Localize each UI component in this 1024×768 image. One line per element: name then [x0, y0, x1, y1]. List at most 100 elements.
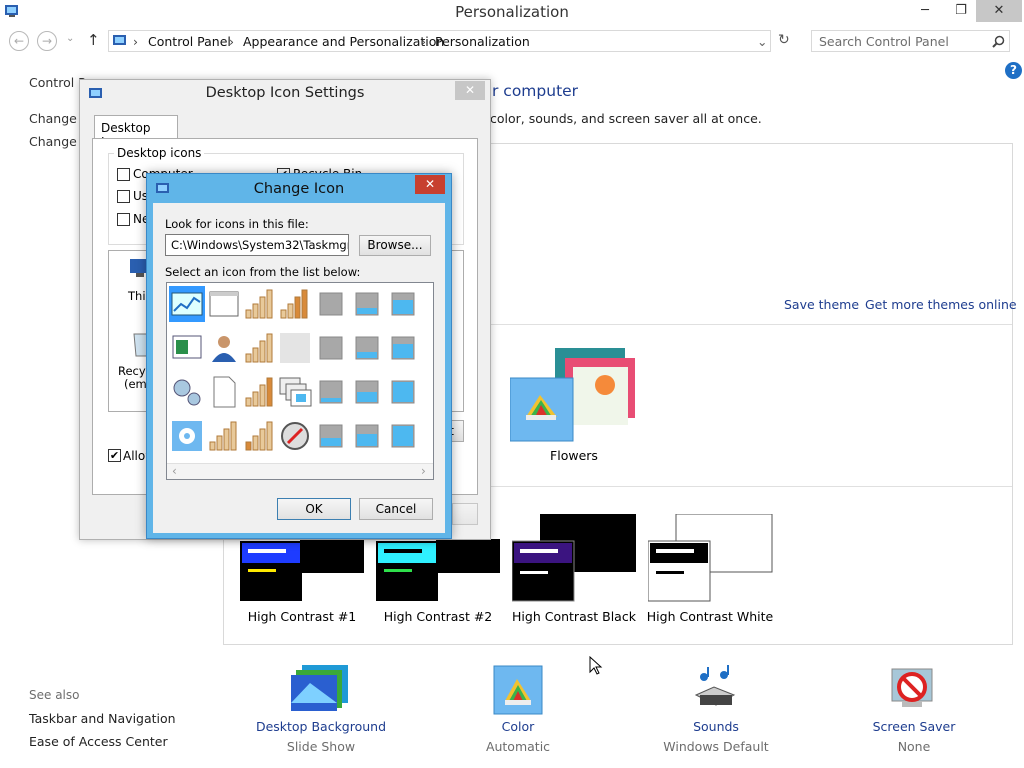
- change-icon-dialog: Change Icon ✕ Look for icons in this fil…: [146, 173, 452, 539]
- icon-option-meter[interactable]: [349, 418, 385, 454]
- sounds-value: Windows Default: [663, 739, 769, 754]
- cancel-button[interactable]: Cancel: [359, 498, 433, 520]
- up-button[interactable]: ↑: [87, 31, 100, 49]
- forward-button[interactable]: →: [37, 31, 57, 51]
- icon-file-path-input[interactable]: C:\Windows\System32\Taskmgr.exe: [165, 234, 349, 256]
- see-also-ease-of-access-link[interactable]: Ease of Access Center: [29, 734, 168, 749]
- icon-option-taskmgr[interactable]: [169, 286, 205, 322]
- icon-option-gray-square[interactable]: [313, 330, 349, 366]
- refresh-button[interactable]: ↻: [778, 32, 790, 48]
- hc-black-theme-label: High Contrast Black: [512, 609, 636, 624]
- icon-option-user[interactable]: [206, 330, 242, 366]
- hc-white-theme-thumbnail[interactable]: [647, 513, 773, 602]
- icon-option-document[interactable]: [206, 374, 242, 410]
- icon-option-signal-bars[interactable]: [242, 418, 278, 454]
- search-input[interactable]: Search Control Panel: [811, 30, 1010, 52]
- icon-option-meter[interactable]: [349, 330, 385, 366]
- breadcrumb-separator: ›: [133, 34, 138, 49]
- network-checkbox[interactable]: [117, 213, 130, 226]
- breadcrumb-personalization[interactable]: Personalization: [435, 34, 530, 49]
- apply-button[interactable]: [452, 503, 478, 525]
- recent-pages-dropdown[interactable]: ⌄: [66, 33, 74, 44]
- back-button[interactable]: ←: [9, 31, 29, 51]
- dialog-caption: Desktop Icon Settings ✕: [80, 80, 490, 108]
- icon-option-meter[interactable]: [385, 418, 421, 454]
- search-icon[interactable]: [992, 35, 1005, 48]
- hc-black-theme-thumbnail[interactable]: [511, 514, 637, 602]
- icon-option-gears[interactable]: [169, 374, 205, 410]
- sidebar-item-control-panel-home[interactable]: Control P: [29, 75, 86, 90]
- desktop-background-value: Slide Show: [286, 739, 356, 754]
- ok-button[interactable]: OK: [277, 498, 351, 520]
- window-title: Personalization: [455, 3, 569, 21]
- breadcrumb-separator: ›: [229, 34, 234, 49]
- browse-button[interactable]: Browse...: [359, 235, 431, 256]
- breadcrumb-appearance[interactable]: Appearance and Personalization: [243, 34, 444, 49]
- icon-option-meter[interactable]: [385, 286, 421, 322]
- icon-option-meter[interactable]: [313, 418, 349, 454]
- icon-list[interactable]: ‹ ›: [166, 282, 434, 480]
- restore-button[interactable]: ❐: [946, 0, 976, 22]
- screen-saver-icon[interactable]: [888, 663, 938, 713]
- save-theme-link[interactable]: Save theme: [784, 297, 859, 312]
- change-icon-close-button[interactable]: ✕: [415, 175, 445, 194]
- icon-option-meter[interactable]: [385, 330, 421, 366]
- screen-saver-link[interactable]: Screen Saver: [834, 719, 994, 734]
- icon-option-windows-stack[interactable]: [277, 374, 313, 410]
- icon-option-compass[interactable]: [277, 418, 313, 454]
- search-placeholder: Search Control Panel: [819, 34, 949, 49]
- mouse-cursor-icon: [589, 656, 603, 675]
- address-dropdown-icon[interactable]: ⌄: [757, 34, 767, 49]
- sounds-link[interactable]: Sounds: [636, 719, 796, 734]
- see-also-taskbar-link[interactable]: Taskbar and Navigation: [29, 711, 176, 726]
- hc-white-theme-label: High Contrast White: [646, 609, 774, 624]
- close-button[interactable]: ✕: [976, 0, 1022, 22]
- icon-option-signal-bars[interactable]: [242, 330, 278, 366]
- icon-option-signal-bars[interactable]: [242, 286, 278, 322]
- sounds-icon[interactable]: [690, 665, 740, 715]
- hc2-theme-thumbnail[interactable]: [376, 539, 501, 601]
- icon-option-meter[interactable]: [385, 374, 421, 410]
- computer-checkbox[interactable]: [117, 168, 130, 181]
- scroll-left-button[interactable]: ‹: [172, 464, 177, 478]
- dialog-close-button[interactable]: ✕: [455, 81, 485, 100]
- color-icon[interactable]: [493, 665, 543, 715]
- icon-option-meter[interactable]: [349, 374, 385, 410]
- icon-option-window[interactable]: [206, 286, 242, 322]
- hc1-theme-thumbnail[interactable]: [240, 539, 365, 601]
- color-value: Automatic: [485, 739, 551, 754]
- icon-option-signal-bars[interactable]: [242, 374, 278, 410]
- icon-option-monitor[interactable]: [169, 330, 205, 366]
- icon-option-blank[interactable]: [277, 330, 313, 366]
- icon-option-signal-bars[interactable]: [277, 286, 313, 322]
- get-more-themes-link[interactable]: Get more themes online: [865, 297, 1017, 312]
- flowers-theme-label: Flowers: [550, 448, 598, 463]
- help-icon[interactable]: ?: [1005, 62, 1022, 79]
- icon-option-meter[interactable]: [349, 286, 385, 322]
- icon-option-meter[interactable]: [313, 374, 349, 410]
- change-icon-body: Look for icons in this file: C:\Windows\…: [153, 203, 445, 533]
- color-link[interactable]: Color: [438, 719, 598, 734]
- breadcrumb-separator: ›: [421, 34, 426, 49]
- page-description: color, sounds, and screen saver all at o…: [490, 111, 762, 126]
- icon-option-gray-square[interactable]: [313, 286, 349, 322]
- scroll-right-button[interactable]: ›: [421, 464, 426, 478]
- minimize-button[interactable]: ─: [910, 0, 940, 22]
- breadcrumb-control-panel[interactable]: Control Panel: [148, 34, 231, 49]
- hc2-theme-label: High Contrast #2: [383, 609, 493, 624]
- hc1-theme-label: High Contrast #1: [247, 609, 357, 624]
- look-for-icons-label: Look for icons in this file:: [165, 217, 309, 231]
- select-icon-label: Select an icon from the list below:: [165, 265, 361, 279]
- group-label: Desktop icons: [114, 146, 205, 160]
- tab-desktop-icons[interactable]: Desktop Icons: [94, 115, 178, 149]
- address-bar[interactable]: › Control Panel › Appearance and Persona…: [108, 30, 771, 52]
- horizontal-scrollbar[interactable]: ‹ ›: [167, 463, 433, 479]
- allow-themes-checkbox[interactable]: ✔: [108, 449, 121, 462]
- flowers-theme-thumbnail[interactable]: [509, 345, 635, 445]
- desktop-background-icon[interactable]: [290, 663, 350, 713]
- icon-option-settings-gear[interactable]: [169, 418, 205, 454]
- icon-option-signal-bars[interactable]: [206, 418, 242, 454]
- screen-saver-value: None: [897, 739, 931, 754]
- users-files-checkbox[interactable]: [117, 190, 130, 203]
- desktop-background-link[interactable]: Desktop Background: [241, 719, 401, 734]
